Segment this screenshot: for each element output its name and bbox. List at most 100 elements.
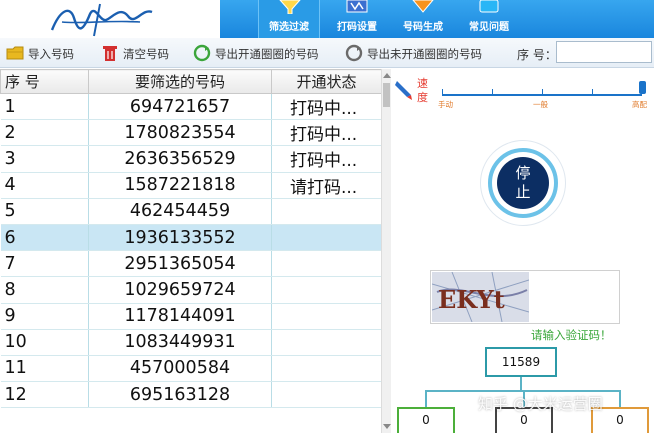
nav-generate-tab[interactable]: 号码生成 <box>392 0 454 38</box>
scroll-down-arrow-icon[interactable] <box>383 424 391 429</box>
tree-connector <box>425 390 427 407</box>
row-status-cell <box>271 224 381 252</box>
import-numbers-button[interactable]: 导入号码 <box>6 44 86 62</box>
table-row[interactable]: 9 1178144091 <box>0 303 381 330</box>
row-seq-cell: 6 <box>0 224 89 252</box>
row-status-cell: 打码中... <box>271 145 381 173</box>
print-settings-icon <box>346 0 368 13</box>
table-row[interactable]: 8 1029659724 <box>0 276 381 304</box>
row-number-cell: 1178144091 <box>88 303 272 330</box>
table-row[interactable]: 4 1587221818 请打码... <box>0 172 381 199</box>
logo <box>0 0 220 38</box>
row-status-cell <box>271 329 381 356</box>
row-number-cell: 462454459 <box>88 198 272 225</box>
speed-slider-thumb[interactable] <box>639 81 646 94</box>
row-number-cell: 2951365054 <box>88 250 272 278</box>
tree-connector <box>619 390 621 407</box>
table-header-row: 序 号 要筛选的号码 开通状态 <box>0 69 381 94</box>
row-number-cell: 1083449931 <box>88 329 272 356</box>
table-row[interactable]: 6 1936133552 <box>0 224 381 252</box>
row-number-cell: 1936133552 <box>88 224 272 252</box>
signature-logo-icon <box>50 3 153 37</box>
nav-faq-tab[interactable]: 常见问题 <box>458 0 520 38</box>
export-open-numbers-button[interactable]: 导出开通圈圈的号码 <box>193 44 333 62</box>
row-seq-cell: 11 <box>0 355 89 383</box>
nav-generate-label: 号码生成 <box>403 22 443 33</box>
export-refresh-gray-icon <box>345 44 363 62</box>
nav-faq-label: 常见问题 <box>469 22 509 33</box>
row-status-cell <box>271 381 381 409</box>
row-seq-cell: 7 <box>0 250 89 278</box>
slider-tick <box>542 89 543 94</box>
row-number-cell: 695163128 <box>88 381 272 409</box>
folder-icon <box>6 46 24 60</box>
faq-icon <box>479 0 499 13</box>
stop-button[interactable]: 停止 <box>497 157 549 209</box>
header-status[interactable]: 开通状态 <box>271 69 381 94</box>
row-number-cell: 457000584 <box>88 355 272 383</box>
export-closed-numbers-button[interactable]: 导出未开通圈圈的号码 <box>345 44 495 62</box>
table-row[interactable]: 10 1083449931 <box>0 329 381 356</box>
table-row[interactable]: 5 462454459 <box>0 198 381 225</box>
header-seq[interactable]: 序 号 <box>0 69 89 94</box>
captcha-box: EKYt <box>430 270 620 324</box>
row-seq-cell: 5 <box>0 198 89 225</box>
export-open-label: 导出开通圈圈的号码 <box>215 47 319 61</box>
captcha-prompt: 请输入验证码！ <box>531 328 612 342</box>
row-seq-cell: 4 <box>0 172 89 199</box>
speed-level-normal: 一般 <box>533 100 548 109</box>
speed-slider-track[interactable] <box>442 94 642 96</box>
row-status-cell <box>271 250 381 278</box>
captcha-text: EKYt <box>438 285 505 314</box>
row-seq-cell: 3 <box>0 145 89 173</box>
nav-print-settings-tab[interactable]: 打码设置 <box>326 0 388 38</box>
table-row[interactable]: 3 2636356529 打码中... <box>0 145 381 173</box>
scroll-thumb[interactable] <box>383 83 390 107</box>
filter-icon <box>279 0 301 14</box>
generate-icon <box>412 0 434 13</box>
row-status-cell <box>271 198 381 225</box>
row-status-cell: 打码中... <box>271 93 381 121</box>
row-status-cell: 打码中... <box>271 119 381 147</box>
rocket-icon <box>395 81 412 100</box>
clear-numbers-button[interactable]: 清空号码 <box>101 44 175 62</box>
slider-tick <box>442 89 443 94</box>
row-seq-cell: 8 <box>0 276 89 304</box>
speed-label: 速度 <box>417 77 428 104</box>
header-number[interactable]: 要筛选的号码 <box>88 69 272 94</box>
scroll-up-arrow-icon[interactable] <box>383 73 391 78</box>
number-table: 序 号 要筛选的号码 开通状态 1 694721657 打码中... 2 1780823… <box>0 69 381 433</box>
table-row[interactable]: 12 695163128 <box>0 381 381 409</box>
nav-print-label: 打码设置 <box>337 22 377 33</box>
row-seq-cell: 1 <box>0 93 89 121</box>
nav-filter-label: 筛选过滤 <box>269 22 309 33</box>
row-status-cell <box>271 303 381 330</box>
speed-level-high: 高配 <box>632 100 647 109</box>
table-scrollbar[interactable] <box>381 69 391 433</box>
row-number-cell: 1029659724 <box>88 276 272 304</box>
table-row[interactable]: 2 1780823554 打码中... <box>0 119 381 147</box>
row-status-cell <box>271 276 381 304</box>
export-closed-label: 导出未开通圈圈的号码 <box>367 47 482 61</box>
top-banner: 筛选过滤 打码设置 号码生成 常见问题 <box>0 0 654 38</box>
seq-input[interactable] <box>556 41 652 63</box>
row-number-cell: 2636356529 <box>88 145 272 173</box>
speed-level-manual: 手动 <box>438 100 453 109</box>
watermark: 知乎 @大米运营圈 <box>478 395 603 413</box>
table-row[interactable]: 11 457000584 <box>0 355 381 383</box>
row-status-cell: 请打码... <box>271 172 381 199</box>
slider-tick <box>492 89 493 94</box>
nav-filter-tab[interactable]: 筛选过滤 <box>258 0 320 38</box>
row-seq-cell: 2 <box>0 119 89 147</box>
table-row[interactable]: 7 2951365054 <box>0 250 381 278</box>
row-seq-cell: 12 <box>0 381 89 409</box>
seq-label: 序 号： <box>517 48 557 62</box>
import-label: 导入号码 <box>28 47 74 61</box>
row-number-cell: 1587221818 <box>88 172 272 199</box>
captcha-image[interactable]: EKYt <box>432 272 529 322</box>
export-refresh-green-icon <box>193 44 211 62</box>
row-seq-cell: 9 <box>0 303 89 330</box>
table-row[interactable]: 1 694721657 打码中... <box>0 93 381 121</box>
tree-root-node: 11589 <box>485 347 557 377</box>
control-panel: 速度 手动 一般 高配 停止 EKYt 请输入验证码！ 11589 0 0 0 <box>392 69 654 433</box>
